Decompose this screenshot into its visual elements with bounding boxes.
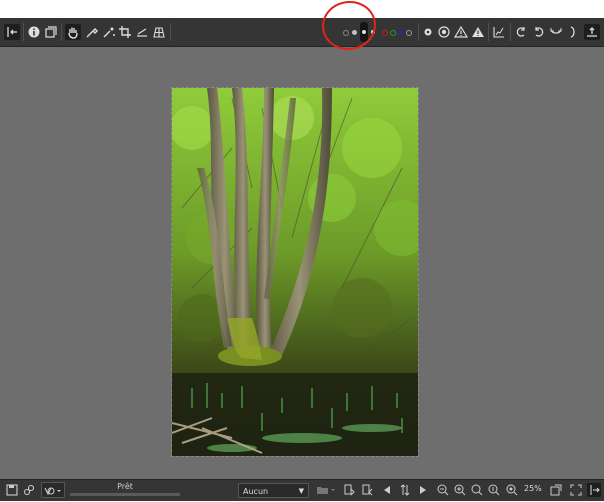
bottom-toolbar: Prêt Aucun ▼ 25% <box>0 479 604 501</box>
top-toolbar <box>0 18 604 47</box>
rotate-right-icon[interactable] <box>531 24 547 40</box>
status-label: Prêt <box>117 482 133 491</box>
histogram-icon[interactable] <box>491 24 507 40</box>
save-icon[interactable] <box>5 483 19 497</box>
profile-select-value: Aucun <box>243 487 269 496</box>
rotate-left-icon[interactable] <box>513 24 529 40</box>
sync-icon[interactable] <box>398 483 412 497</box>
detail-panel-toggle-icon[interactable] <box>584 24 600 40</box>
channel-dot-blue[interactable] <box>398 30 404 36</box>
next-icon[interactable] <box>416 483 430 497</box>
editor-dropdown[interactable] <box>41 482 65 498</box>
warning-filled-icon[interactable] <box>470 24 486 40</box>
zoom-100-icon[interactable] <box>487 483 501 497</box>
crop-icon[interactable] <box>117 24 133 40</box>
channel-dot-luminance[interactable] <box>406 30 412 36</box>
zoom-fit-icon[interactable] <box>470 483 484 497</box>
chevron-down-icon: ▼ <box>298 487 304 495</box>
channel-dot-red[interactable] <box>382 30 388 36</box>
link-icon[interactable] <box>22 483 36 497</box>
photo-preview[interactable] <box>171 87 419 457</box>
warning-icon[interactable] <box>453 24 469 40</box>
hand-icon[interactable] <box>65 24 81 40</box>
profile-select[interactable]: Aucun ▼ <box>238 483 309 498</box>
straighten-icon[interactable] <box>134 24 150 40</box>
fullscreen-icon[interactable] <box>569 483 583 497</box>
image-canvas[interactable] <box>0 47 604 479</box>
info-icon[interactable] <box>26 24 42 40</box>
history-icon[interactable] <box>43 24 59 40</box>
flip-vertical-icon[interactable] <box>565 24 581 40</box>
folder-dropdown[interactable] <box>315 483 337 497</box>
clipping-indicator-icon[interactable] <box>420 24 436 40</box>
app-window: Prêt Aucun ▼ 25% <box>0 18 604 501</box>
zoom-out-icon[interactable] <box>436 483 450 497</box>
progress-bar <box>70 493 180 496</box>
color-picker-icon[interactable] <box>84 24 100 40</box>
focus-mask-icon[interactable] <box>436 24 452 40</box>
flip-icon[interactable] <box>548 24 564 40</box>
perspective-icon[interactable] <box>151 24 167 40</box>
previous-icon[interactable] <box>380 483 394 497</box>
forest-photo <box>172 88 418 456</box>
copy-icon[interactable] <box>342 483 356 497</box>
status-area: Prêt <box>70 481 234 499</box>
white-balance-icon[interactable] <box>101 24 117 40</box>
zoom-in-icon[interactable] <box>453 483 467 497</box>
channel-dot-green[interactable] <box>390 30 396 36</box>
new-window-icon[interactable] <box>549 483 563 497</box>
external-editor-icon <box>44 487 61 496</box>
paste-icon[interactable] <box>360 483 374 497</box>
zoom-level: 25% <box>524 484 542 493</box>
zoom-fill-icon[interactable] <box>505 483 519 497</box>
panel-toggle-icon[interactable] <box>4 24 20 40</box>
right-panel-toggle-icon[interactable] <box>587 483 601 497</box>
